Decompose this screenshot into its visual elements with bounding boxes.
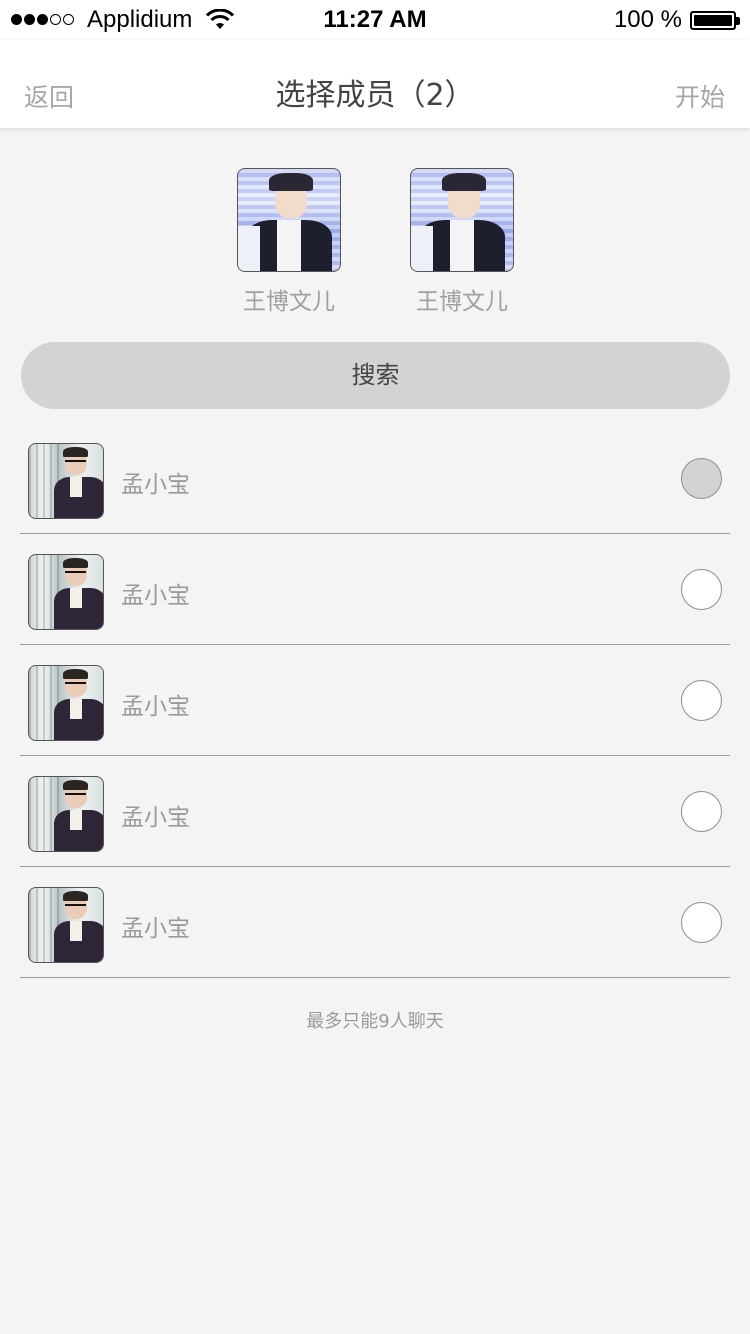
page-title: 选择成员（2）	[275, 78, 475, 113]
list-item[interactable]: 孟小宝	[0, 550, 750, 661]
select-radio[interactable]	[681, 569, 722, 610]
select-radio[interactable]	[681, 791, 722, 832]
list-item[interactable]: 孟小宝	[0, 661, 750, 772]
selected-member-name: 王博文儿	[416, 289, 508, 315]
list-item[interactable]: 孟小宝	[0, 772, 750, 883]
member-avatar	[28, 665, 104, 741]
list-item[interactable]: 孟小宝	[0, 883, 750, 994]
start-button[interactable]: 开始	[675, 78, 725, 114]
member-name: 孟小宝	[121, 583, 190, 609]
member-avatar	[28, 554, 104, 630]
selected-member-name: 王博文儿	[243, 289, 335, 315]
member-name: 孟小宝	[121, 472, 190, 498]
battery-icon	[690, 11, 740, 30]
search-button[interactable]: 搜索	[21, 342, 730, 409]
member-avatar	[237, 168, 341, 272]
select-radio[interactable]	[681, 902, 722, 943]
member-avatar	[28, 443, 104, 519]
member-name: 孟小宝	[121, 916, 190, 942]
divider	[20, 977, 730, 978]
member-name: 孟小宝	[121, 805, 190, 831]
member-limit-note: 最多只能9人聊天	[306, 1011, 444, 1032]
list-item[interactable]: 孟小宝	[0, 439, 750, 550]
member-avatar	[410, 168, 514, 272]
select-radio[interactable]	[681, 458, 722, 499]
divider	[20, 644, 730, 645]
member-name: 孟小宝	[121, 694, 190, 720]
battery-percent: 100 %	[613, 6, 682, 33]
member-avatar	[28, 887, 104, 963]
select-radio[interactable]	[681, 680, 722, 721]
member-avatar	[28, 776, 104, 852]
divider	[20, 755, 730, 756]
navigation-bar: 返回 选择成员（2） 开始	[0, 40, 750, 128]
divider	[20, 533, 730, 534]
status-bar: Applidium 11:27 AM 100 %	[0, 0, 750, 40]
divider	[20, 866, 730, 867]
